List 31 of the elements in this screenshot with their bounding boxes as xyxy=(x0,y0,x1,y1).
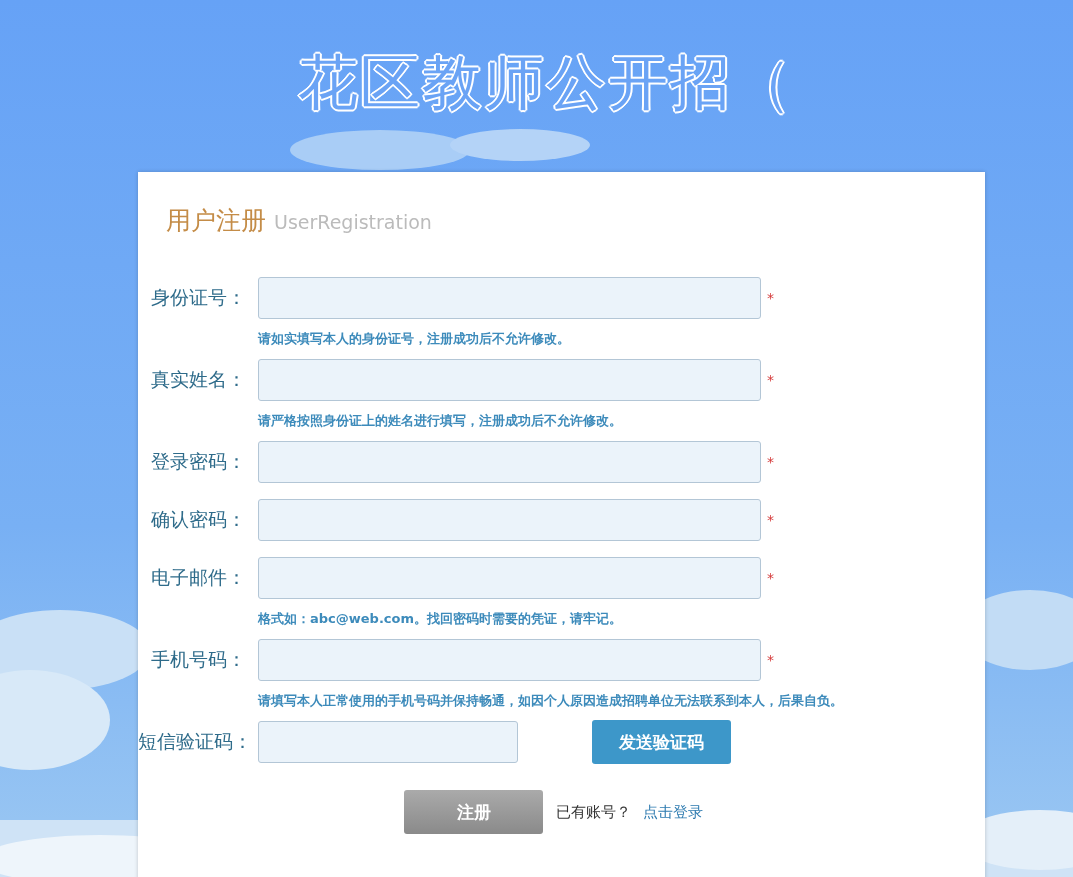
required-mark: * xyxy=(767,372,774,388)
required-mark: * xyxy=(767,652,774,668)
field-label: 确认密码： xyxy=(150,507,246,532)
required-mark: * xyxy=(767,570,774,586)
field-label: 短信验证码： xyxy=(138,729,246,754)
input-field[interactable] xyxy=(258,557,761,599)
required-mark: * xyxy=(767,512,774,528)
field-label: 电子邮件： xyxy=(150,565,246,590)
field-label: 手机号码： xyxy=(150,647,246,672)
login-link[interactable]: 点击登录 xyxy=(643,802,703,822)
input-field[interactable] xyxy=(258,499,761,541)
send-code-button[interactable]: 发送验证码 xyxy=(592,720,731,764)
field-hint: 请如实填写本人的身份证号，注册成功后不允许修改。 xyxy=(256,330,571,348)
field-hint: 请填写本人正常使用的手机号码并保持畅通，如因个人原因造成招聘单位无法联系到本人，后果自负。 xyxy=(256,692,844,710)
input-field[interactable] xyxy=(258,721,518,763)
input-field[interactable] xyxy=(258,441,761,483)
field-label: 真实姓名： xyxy=(150,367,246,392)
input-field[interactable] xyxy=(258,277,761,319)
login-prompt: 已有账号？ xyxy=(556,802,631,822)
field-hint: 请严格按照身份证上的姓名进行填写，注册成功后不允许修改。 xyxy=(256,412,623,430)
form-title: 用户注册 xyxy=(166,205,266,237)
input-field[interactable] xyxy=(258,639,761,681)
required-mark: * xyxy=(767,454,774,470)
required-mark: * xyxy=(767,290,774,306)
site-title: 花区教师公开招（ xyxy=(298,47,794,117)
field-hint: 格式如：abc@web.com。找回密码时需要的凭证，请牢记。 xyxy=(257,610,624,628)
field-label: 登录密码： xyxy=(150,449,246,474)
form-subtitle: UserRegistration xyxy=(274,211,432,233)
register-button[interactable]: 注册 xyxy=(404,790,543,834)
input-field[interactable] xyxy=(258,359,761,401)
field-label: 身份证号： xyxy=(150,285,246,310)
